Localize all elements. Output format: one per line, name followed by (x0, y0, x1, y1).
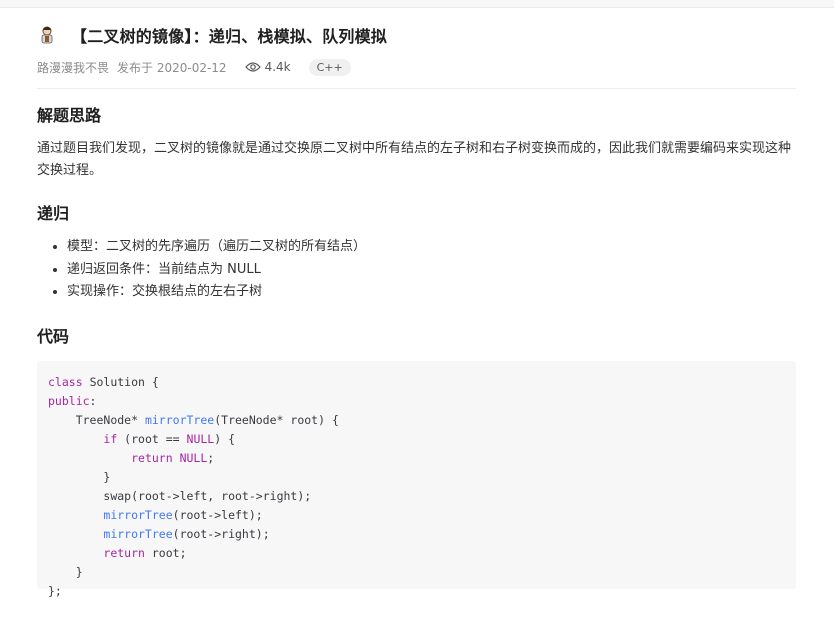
view-count-value: 4.4k (264, 60, 291, 74)
code-line: mirrorTree(root->right); (103, 526, 270, 541)
eye-icon (244, 62, 261, 72)
solve-paragraph: 通过题目我们发现，二叉树的镜像就是通过交换原二叉树中所有结点的左子树和右子树变换… (37, 141, 792, 178)
top-bar (0, 0, 834, 8)
title-row: 【二叉树的镜像】：递归、栈模拟、队列模拟 (37, 22, 796, 48)
article-meta: 路漫漫我不畏 发布于 2020-02-12 4.4k C++ (37, 57, 796, 77)
code-line: } (48, 469, 111, 484)
code-line: } (48, 564, 83, 579)
heading-recursion: 递归 (37, 204, 70, 223)
code-line: }; (48, 583, 62, 598)
author-name[interactable]: 路漫漫我不畏 (37, 59, 109, 76)
heading-code: 代码 (37, 326, 70, 346)
recursion-list: 模型：二叉树的先序遍历（遍历二叉树的所有结点） 递归返回条件：当前结点为 NUL… (37, 236, 796, 304)
code-line: public: (48, 393, 97, 408)
code-line: return NULL; (131, 450, 215, 465)
code-line: TreeNode* mirrorTree(TreeNode* root) { (75, 412, 339, 427)
divider (37, 88, 796, 89)
publish-date: 发布于 2020-02-12 (117, 60, 227, 75)
code-line: swap(root->left, root->right); (103, 488, 312, 503)
list-item: 递归返回条件：当前结点为 NULL (67, 259, 796, 282)
view-count: 4.4k (244, 60, 291, 74)
avatar-icon[interactable] (37, 25, 57, 45)
article: 【二叉树的镜像】：递归、栈模拟、队列模拟 路漫漫我不畏 发布于 2020-02-… (37, 22, 796, 598)
list-item: 实现操作：交换根结点的左右子树 (67, 281, 796, 304)
list-item: 模型：二叉树的先序遍历（遍历二叉树的所有结点） (67, 236, 796, 259)
code-line: mirrorTree(root->left); (103, 507, 263, 522)
code-line: class Solution { (48, 374, 159, 389)
code-line: return root; (103, 545, 187, 560)
article-title: 【二叉树的镜像】：递归、栈模拟、队列模拟 (71, 27, 388, 46)
heading-solve: 解题思路 (37, 106, 102, 125)
code-line: if (root == NULL) { (103, 431, 235, 446)
code-block[interactable]: class Solution { public: TreeNode* mirror… (37, 360, 796, 598)
language-tag[interactable]: C++ (308, 58, 351, 76)
